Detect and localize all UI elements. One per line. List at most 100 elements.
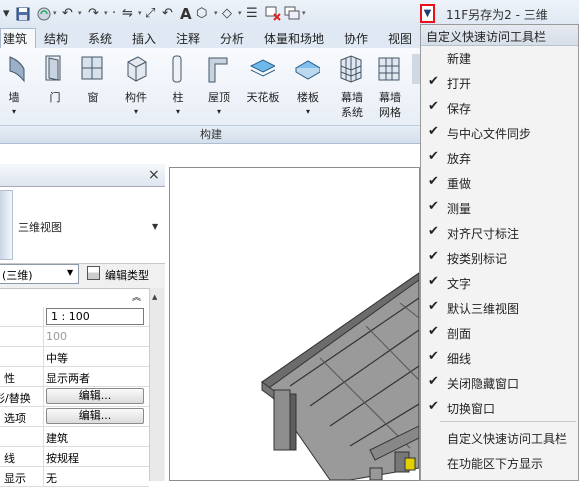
redo-icon[interactable]: ↷ (88, 5, 99, 22)
component-button[interactable]: 构件 ▾ (116, 52, 152, 122)
menu-item-switch-windows[interactable]: ✔ 切换窗口 (421, 396, 578, 421)
menu-item-section[interactable]: ✔ 剖面 (421, 321, 578, 346)
property-key: 线 (4, 452, 15, 465)
component-icon (127, 56, 147, 82)
property-value: 100 (46, 330, 67, 343)
checkmark-icon: ✔ (428, 149, 439, 164)
property-value[interactable]: 建筑 (46, 430, 68, 446)
property-row: 中等 (0, 347, 149, 367)
property-value[interactable]: 无 (46, 470, 57, 486)
menu-item-customize-qat[interactable]: 自定义快速访问工具栏 (421, 426, 578, 451)
menu-item-redo[interactable]: ✔ 重做 (421, 171, 578, 196)
property-row: 显示 无 (0, 467, 149, 487)
align-dimension-icon[interactable]: ⤢ (145, 5, 155, 22)
disk-icon[interactable] (16, 5, 30, 22)
sync-icon[interactable] (36, 5, 52, 22)
edit-options-button[interactable]: 编辑... (46, 408, 144, 424)
window-label: 窗 (87, 91, 99, 104)
checkmark-icon: ✔ (428, 199, 439, 214)
menu-item-open[interactable]: ✔ 打开 (421, 71, 578, 96)
roof-button[interactable]: 屋顶 ▾ (199, 52, 235, 122)
tab-insert[interactable]: 插入 (132, 30, 156, 47)
text-icon[interactable]: A (180, 5, 192, 23)
tab-view[interactable]: 视图 (388, 30, 412, 47)
door-button[interactable]: 门 (35, 52, 71, 122)
curtain-system-sublabel: 系统 (341, 106, 363, 119)
roof-label: 屋顶 (208, 91, 230, 104)
tab-massing-site[interactable]: 体量和场地 (264, 30, 324, 47)
menu-item-undo[interactable]: ✔ 放弃 (421, 146, 578, 171)
tab-architecture[interactable]: 建筑 (3, 30, 27, 47)
property-row: 1 : 100 (0, 307, 149, 327)
menu-item-default-3d-view[interactable]: ✔ 默认三维视图 (421, 296, 578, 321)
wall-icon (9, 56, 25, 83)
menu-item-close-hidden-windows[interactable]: ✔ 关闭隐藏窗口 (421, 371, 578, 396)
tab-systems[interactable]: 系统 (88, 30, 112, 47)
close-hidden-windows-icon[interactable] (265, 5, 281, 22)
menu-item-show-below-ribbon[interactable]: 在功能区下方显示 (421, 451, 578, 476)
switch-windows-icon[interactable] (284, 5, 300, 22)
menu-item-thin-lines[interactable]: ✔ 细线 (421, 346, 578, 371)
edit-graphic-overrides-button[interactable]: 编辑... (46, 388, 144, 404)
curtain-grid-sublabel: 网格 (379, 106, 401, 119)
menu-item-label: 细线 (447, 352, 472, 366)
menu-item-label: 新建 (447, 52, 472, 66)
menu-item-label: 在功能区下方显示 (447, 457, 544, 471)
menu-item-measure[interactable]: ✔ 测量 (421, 196, 578, 221)
tab-collaborate[interactable]: 协作 (344, 30, 368, 47)
property-row: 形/替换 编辑... (0, 387, 149, 407)
curtain-system-icon (340, 55, 362, 83)
3d-view-canvas[interactable] (169, 167, 420, 481)
scroll-up-icon[interactable]: ▲ (152, 293, 157, 301)
property-row: 建筑 (0, 427, 149, 447)
collapse-group-icon[interactable]: ︽ (132, 290, 141, 303)
measure-icon[interactable]: ⇋ (122, 5, 133, 22)
column-button[interactable]: 柱 ▾ (158, 52, 194, 122)
column-icon (172, 55, 182, 83)
view-scale-input[interactable]: 1 : 100 (46, 308, 144, 325)
property-value[interactable]: 显示两者 (46, 370, 90, 386)
undo-icon[interactable]: ↶ (62, 5, 73, 22)
section-icon[interactable]: ◇ (222, 5, 232, 22)
property-key: 性 (4, 372, 15, 385)
window-button[interactable]: 窗 (73, 52, 109, 122)
ceiling-button[interactable]: 天花板 (243, 52, 280, 122)
checkmark-icon: ✔ (428, 399, 439, 414)
checkmark-icon: ✔ (428, 74, 439, 89)
close-icon[interactable]: × (148, 167, 160, 183)
menu-item-save[interactable]: ✔ 保存 (421, 96, 578, 121)
edit-type-icon (87, 266, 100, 280)
chevron-down-icon[interactable]: ▼ (152, 222, 158, 231)
menu-item-new[interactable]: 新建 (421, 46, 578, 71)
menu-item-sync-central[interactable]: ✔ 与中心文件同步 (421, 121, 578, 146)
tab-analyze[interactable]: 分析 (220, 30, 244, 47)
curtain-system-button[interactable]: 幕墙 系统 (332, 52, 368, 122)
floor-button[interactable]: 楼板 ▾ (288, 52, 324, 122)
curtain-grid-button[interactable]: 幕墙 网格 (370, 52, 406, 122)
menu-item-label: 与中心文件同步 (447, 127, 532, 141)
tab-annotate[interactable]: 注释 (176, 30, 200, 47)
property-row: 性 显示两者 (0, 367, 149, 387)
property-key: 选项 (4, 412, 26, 425)
ribbon-overflow-edge (412, 54, 420, 84)
tab-structure[interactable]: 结构 (44, 30, 68, 47)
property-key: 显示 (4, 472, 26, 485)
save-icon[interactable]: ▾ (3, 5, 10, 22)
menu-item-aligned-dimension[interactable]: ✔ 对齐尺寸标注 (421, 221, 578, 246)
window-icon (81, 56, 103, 80)
default-3d-view-icon[interactable]: ⬡ (196, 5, 207, 22)
menu-item-tag-by-category[interactable]: ✔ 按类别标记 (421, 246, 578, 271)
property-value[interactable]: 按规程 (46, 450, 79, 466)
menu-item-text[interactable]: ✔ 文字 (421, 271, 578, 296)
thin-lines-icon[interactable]: ☰ (246, 5, 258, 22)
tag-by-category-icon[interactable]: ↶ (162, 5, 173, 22)
checkmark-icon: ✔ (428, 324, 439, 339)
properties-header[interactable] (0, 164, 165, 187)
ceiling-label: 天花板 (246, 91, 280, 104)
wall-label: 墙 (8, 91, 20, 104)
customize-qat-dropdown-button[interactable]: ▼ (420, 4, 435, 23)
checkmark-icon: ✔ (428, 374, 439, 389)
wall-button[interactable]: 墙 ▾ (0, 52, 30, 122)
property-value[interactable]: 中等 (46, 350, 68, 366)
properties-scrollbar[interactable] (149, 288, 164, 481)
